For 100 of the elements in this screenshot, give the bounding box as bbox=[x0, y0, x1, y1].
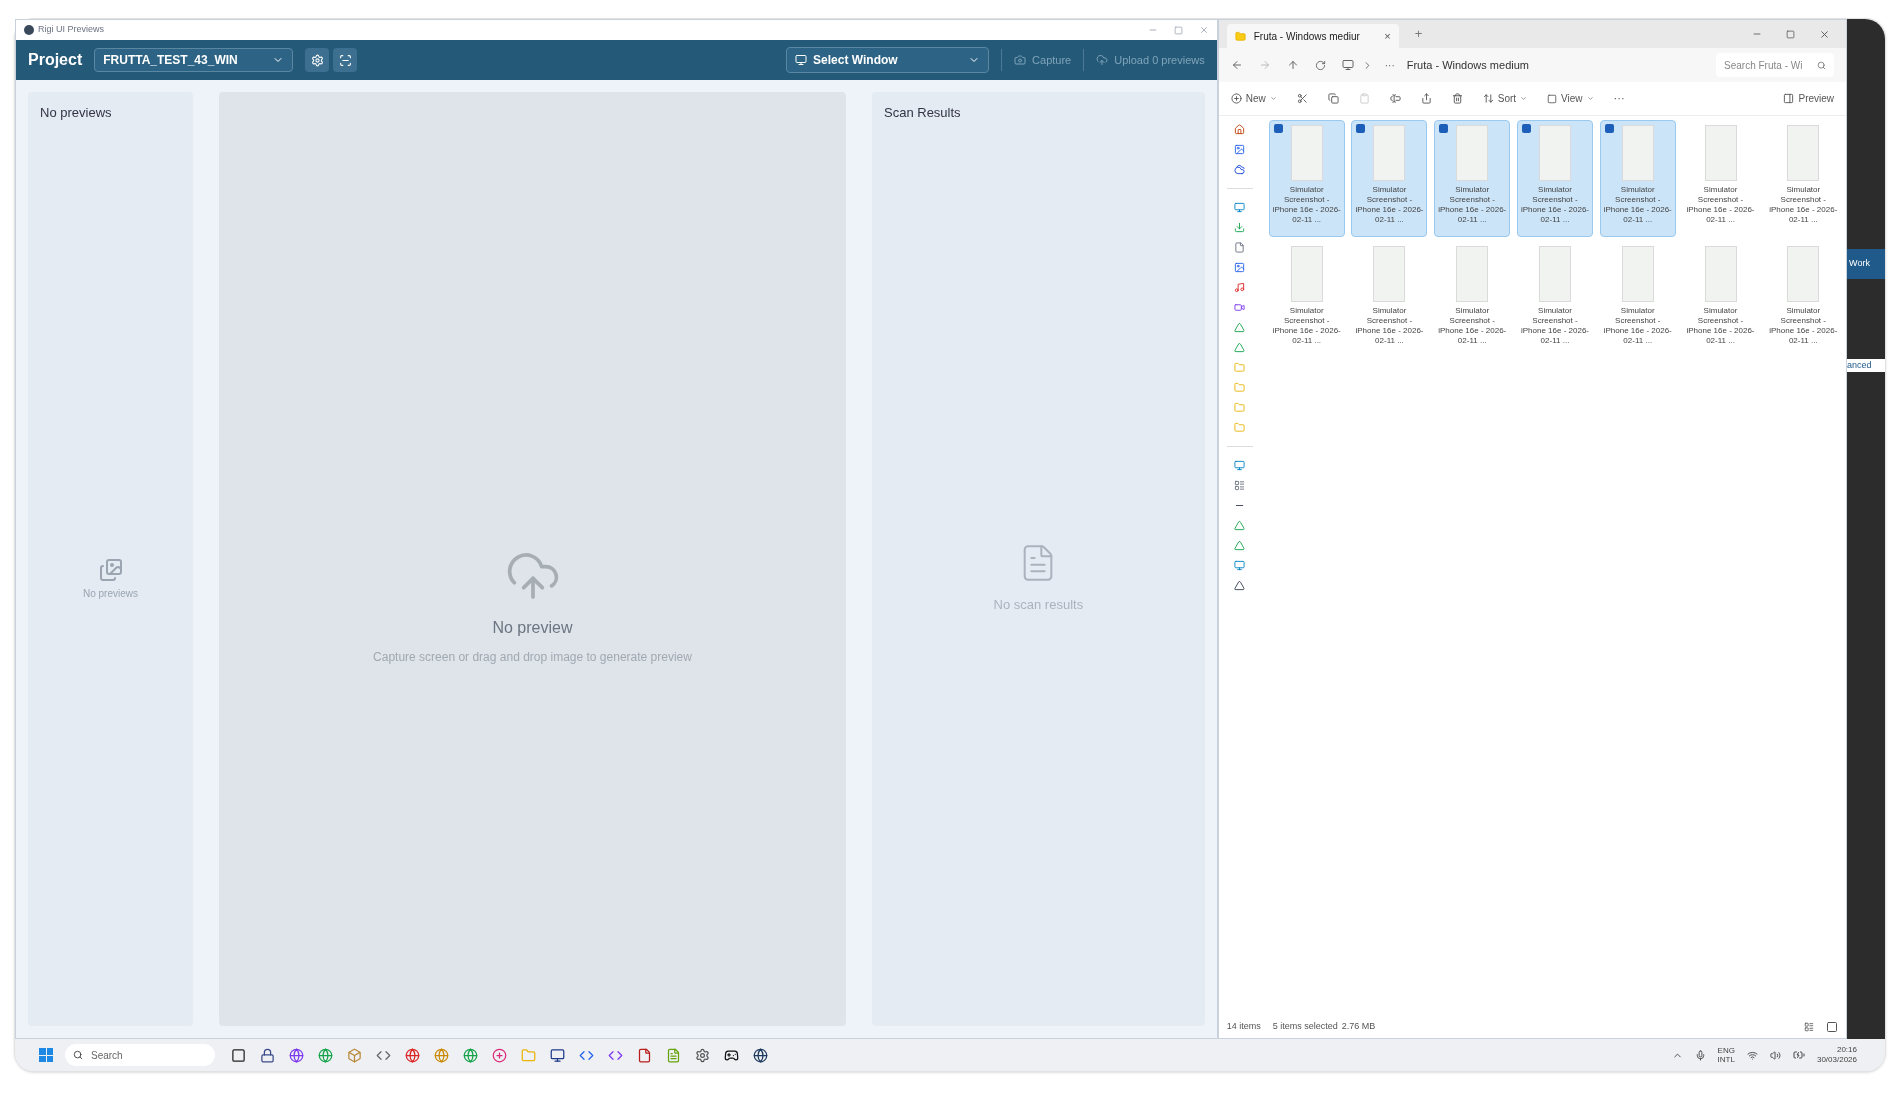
thumbnail-placeholder bbox=[1456, 246, 1489, 302]
copy-icon[interactable] bbox=[1327, 93, 1339, 104]
file-item[interactable]: Simulator Screenshot - iPhone 16e - 2026-02-11 ... bbox=[1434, 120, 1511, 237]
document-icon[interactable] bbox=[666, 1047, 681, 1063]
monitor-icon[interactable] bbox=[1341, 59, 1354, 71]
sort-button[interactable]: Sort bbox=[1482, 91, 1528, 106]
cloud-icon[interactable] bbox=[1234, 164, 1246, 175]
file-item[interactable]: Simulator Screenshot - iPhone 16e - 2026-02-11 ... bbox=[1268, 120, 1345, 237]
triangle-icon[interactable] bbox=[1234, 342, 1246, 353]
checkbox-checked[interactable] bbox=[1604, 124, 1614, 133]
taskbar-search[interactable]: Search bbox=[65, 1044, 215, 1066]
new-tab[interactable]: + bbox=[1414, 24, 1423, 44]
microphone-icon[interactable] bbox=[1694, 1049, 1706, 1061]
clock-date[interactable]: 30/03/2026 bbox=[1816, 1055, 1857, 1065]
checkbox-checked[interactable] bbox=[1356, 124, 1366, 133]
search-icon bbox=[73, 1050, 83, 1060]
address-bar[interactable]: Fruta - Windows medium bbox=[1406, 56, 1677, 74]
checkbox-checked[interactable] bbox=[1522, 124, 1531, 133]
close-icon[interactable] bbox=[1198, 25, 1209, 35]
search-field[interactable]: Search Fruta - Wi bbox=[1716, 53, 1835, 77]
globe-icon[interactable] bbox=[753, 1047, 768, 1063]
more-button[interactable]: ··· bbox=[1613, 90, 1625, 107]
file-item[interactable]: Simulator Screenshot - iPhone 16e - 2026-02-11 ... bbox=[1682, 120, 1759, 237]
maximize-icon[interactable] bbox=[1786, 29, 1796, 39]
image-icon[interactable] bbox=[1234, 262, 1246, 273]
window-icon[interactable] bbox=[231, 1047, 246, 1063]
settings-icon[interactable] bbox=[695, 1047, 710, 1063]
monitor-icon[interactable] bbox=[550, 1047, 565, 1063]
file-item[interactable]: Simulator Screenshot - iPhone 16e - 2026-02-11 ... bbox=[1517, 241, 1593, 358]
download-icon[interactable] bbox=[1234, 222, 1246, 233]
triangle-icon[interactable] bbox=[1234, 322, 1246, 333]
up-icon[interactable] bbox=[1286, 59, 1299, 71]
thumbnail-placeholder bbox=[1539, 125, 1571, 181]
triangle-icon[interactable] bbox=[1234, 520, 1246, 531]
triangle-icon[interactable] bbox=[1234, 540, 1246, 551]
network-icon[interactable] bbox=[1746, 1049, 1758, 1061]
gamepad-icon[interactable] bbox=[724, 1047, 739, 1063]
empty-text: No previews bbox=[83, 586, 138, 601]
settings-button[interactable] bbox=[305, 48, 330, 72]
thumbnail-placeholder bbox=[1290, 246, 1323, 302]
details-view-icon[interactable] bbox=[1804, 1022, 1815, 1032]
refresh-icon[interactable] bbox=[1314, 59, 1326, 71]
file-item[interactable]: Simulator Screenshot - iPhone 16e - 2026-02-11 ... bbox=[1765, 241, 1842, 358]
checkbox-checked[interactable] bbox=[1439, 124, 1449, 133]
path-overflow[interactable]: ··· bbox=[1384, 57, 1395, 73]
preview-button[interactable]: Preview bbox=[1783, 91, 1835, 106]
back-icon[interactable] bbox=[1230, 59, 1243, 71]
battery-icon[interactable] bbox=[1792, 1049, 1805, 1061]
image-icon[interactable] bbox=[1234, 144, 1246, 155]
volume-icon[interactable] bbox=[1769, 1049, 1781, 1061]
cut-icon[interactable] bbox=[1296, 93, 1308, 104]
start-icon[interactable] bbox=[39, 1048, 53, 1062]
file-item[interactable]: Simulator Screenshot - iPhone 16e - 2026-02-11 ... bbox=[1351, 120, 1428, 237]
music-icon[interactable] bbox=[1234, 282, 1246, 293]
clock-time[interactable]: 20:16 bbox=[1836, 1045, 1857, 1055]
thumbnail-placeholder bbox=[1373, 125, 1406, 181]
file-item[interactable]: Simulator Screenshot - iPhone 16e - 2026-02-11 ... bbox=[1268, 241, 1345, 358]
view-button[interactable]: View bbox=[1547, 91, 1594, 106]
checkbox-checked[interactable] bbox=[1273, 124, 1283, 133]
file-item[interactable]: Simulator Screenshot - iPhone 16e - 2026-02-11 ... bbox=[1599, 120, 1676, 237]
tiles-view-icon[interactable] bbox=[1826, 1021, 1839, 1033]
globe-icon[interactable] bbox=[289, 1047, 304, 1063]
box-icon[interactable] bbox=[347, 1047, 362, 1063]
project-dropdown[interactable]: FRUTTA_TEST_43_WIN bbox=[94, 48, 294, 72]
globe-icon[interactable] bbox=[405, 1047, 420, 1063]
window-title: Rigi UI Previews bbox=[38, 23, 104, 37]
rename-icon[interactable] bbox=[1389, 93, 1401, 104]
language-indicator[interactable]: ENG bbox=[1717, 1046, 1735, 1055]
new-button[interactable]: New bbox=[1230, 91, 1277, 106]
triangle-icon[interactable] bbox=[1234, 580, 1246, 591]
close-icon[interactable] bbox=[1819, 28, 1831, 40]
panel-title: No previews bbox=[40, 105, 112, 120]
scan-button[interactable] bbox=[333, 48, 358, 72]
thumbnail-placeholder bbox=[1290, 125, 1323, 181]
document-icon[interactable] bbox=[1234, 242, 1246, 253]
file-item[interactable]: Simulator Screenshot - iPhone 16e - 2026-02-11 ... bbox=[1351, 241, 1428, 358]
file-item[interactable]: Simulator Screenshot - iPhone 16e - 2026-02-11 ... bbox=[1517, 120, 1593, 237]
file-name: Simulator Screenshot - iPhone 16e - 2026-02-11 ... bbox=[1354, 306, 1425, 346]
explorer-tab[interactable]: Fruta - Windows mediur × bbox=[1226, 24, 1399, 48]
thumbnail-placeholder bbox=[1373, 246, 1406, 302]
camera-icon bbox=[1014, 54, 1027, 66]
file-icon[interactable] bbox=[637, 1047, 652, 1063]
file-item[interactable]: Simulator Screenshot - iPhone 16e - 2026-02-11 ... bbox=[1599, 241, 1676, 358]
file-name: Simulator Screenshot - iPhone 16e - 2026-02-11 ... bbox=[1520, 306, 1590, 346]
file-name: Simulator Screenshot - iPhone 16e - 2026-02-11 ... bbox=[1271, 185, 1342, 225]
file-item[interactable]: Simulator Screenshot - iPhone 16e - 2026-02-11 ... bbox=[1682, 241, 1759, 358]
empty-text: No scan results bbox=[993, 596, 1084, 615]
file-item[interactable]: Simulator Screenshot - iPhone 16e - 2026-02-11 ... bbox=[1765, 120, 1842, 237]
file-item[interactable]: Simulator Screenshot - iPhone 16e - 2026-02-11 ... bbox=[1434, 241, 1511, 358]
layout-indicator[interactable]: INTL bbox=[1717, 1055, 1735, 1064]
delete-icon[interactable] bbox=[1451, 93, 1463, 104]
tab-close[interactable]: × bbox=[1384, 27, 1391, 45]
share-icon[interactable] bbox=[1420, 93, 1432, 104]
caret-icon bbox=[1269, 95, 1277, 102]
select-window-dropdown[interactable]: Select Window bbox=[786, 47, 990, 73]
plus-icon bbox=[1230, 93, 1242, 104]
plus-icon[interactable] bbox=[492, 1047, 507, 1063]
video-icon[interactable] bbox=[1234, 302, 1246, 313]
home-icon[interactable] bbox=[1234, 124, 1246, 135]
lock-icon[interactable] bbox=[260, 1047, 275, 1063]
